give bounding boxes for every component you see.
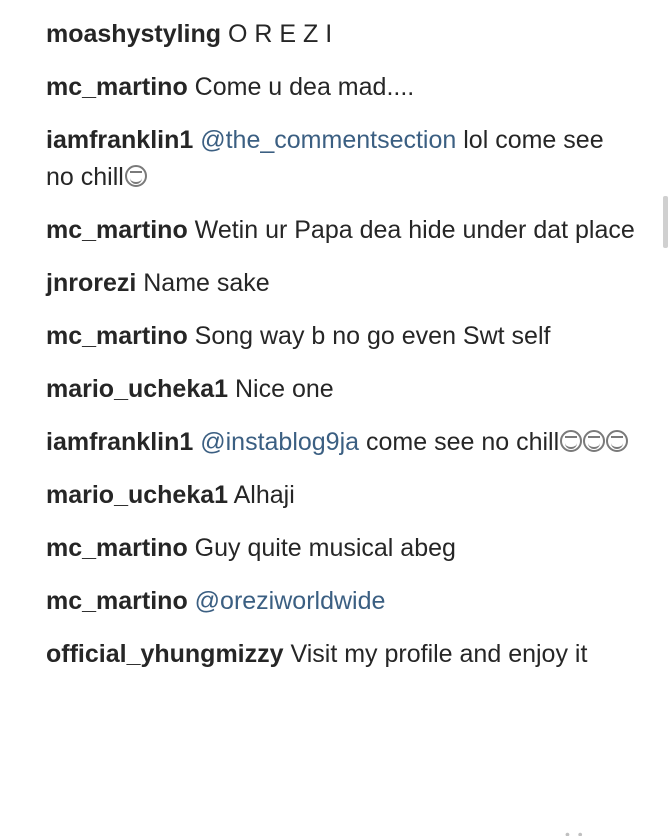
comment-mention-link[interactable]: @instablog9ja <box>200 428 359 456</box>
comment-username[interactable]: mc_martino <box>46 534 188 562</box>
comment-text: Guy quite musical abeg <box>194 534 456 562</box>
comment-item: jnrorezi Name sake <box>46 265 636 302</box>
comment-item: mc_martino Wetin ur Papa dea hide under … <box>46 212 636 249</box>
comment-username[interactable]: jnrorezi <box>46 269 136 297</box>
comment-username[interactable]: official_yhungmizzy <box>46 640 284 668</box>
comment-item: mc_martino Guy quite musical abeg <box>46 530 636 567</box>
comment-item: mc_martino Come u dea mad.... <box>46 69 636 106</box>
comment-username[interactable]: iamfranklin1 <box>46 428 193 456</box>
comment-item: official_yhungmizzy Visit my profile and… <box>46 636 636 673</box>
laughing-emoji-icon <box>560 430 583 452</box>
comment-item: mc_martino @oreziworldwide <box>46 583 636 620</box>
comment-text: O R E Z I <box>228 20 333 48</box>
comment-username[interactable]: mario_ucheka1 <box>46 481 228 509</box>
comment-item: iamfranklin1 @instablog9ja come see no c… <box>46 424 636 461</box>
laughing-emoji-icon <box>124 165 147 187</box>
comment-text: Alhaji <box>233 481 295 509</box>
laughing-emoji-icon <box>606 430 629 452</box>
comment-username[interactable]: mc_martino <box>46 322 188 350</box>
comment-username[interactable]: mc_martino <box>46 73 188 101</box>
comment-text: Song way b no go even Swt self <box>194 322 551 350</box>
more-options-icon[interactable]: • • <box>565 826 585 836</box>
comment-item: mario_ucheka1 Nice one <box>46 371 636 408</box>
laughing-emoji-icon <box>583 430 606 452</box>
comment-username[interactable]: iamfranklin1 <box>46 126 193 154</box>
comment-username[interactable]: mc_martino <box>46 216 188 244</box>
instagram-comments-page: moashystyling O R E Z I mc_martino Come … <box>0 0 670 836</box>
comment-item: mario_ucheka1 Alhaji <box>46 477 636 514</box>
comment-username[interactable]: moashystyling <box>46 20 221 48</box>
comment-text: Wetin ur Papa dea hide under dat place <box>194 216 635 244</box>
comment-item: moashystyling O R E Z I <box>46 16 636 53</box>
scrollbar-thumb[interactable] <box>663 196 668 248</box>
comment-text: Come u dea mad.... <box>194 73 415 101</box>
comment-item: mc_martino Song way b no go even Swt sel… <box>46 318 636 355</box>
comment-text: Nice one <box>235 375 334 403</box>
comment-mention-link[interactable]: @oreziworldwide <box>195 587 386 615</box>
comment-username[interactable]: mc_martino <box>46 587 188 615</box>
comment-text: Name sake <box>143 269 270 297</box>
comment-mention-link[interactable]: @the_commentsection <box>200 126 456 154</box>
comment-list: moashystyling O R E Z I mc_martino Come … <box>46 16 636 689</box>
comment-text: come see no chill <box>366 428 560 456</box>
comment-username[interactable]: mario_ucheka1 <box>46 375 228 403</box>
comment-item: iamfranklin1 @the_commentsection lol com… <box>46 122 636 196</box>
comment-text: Visit my profile and enjoy it <box>290 640 588 668</box>
